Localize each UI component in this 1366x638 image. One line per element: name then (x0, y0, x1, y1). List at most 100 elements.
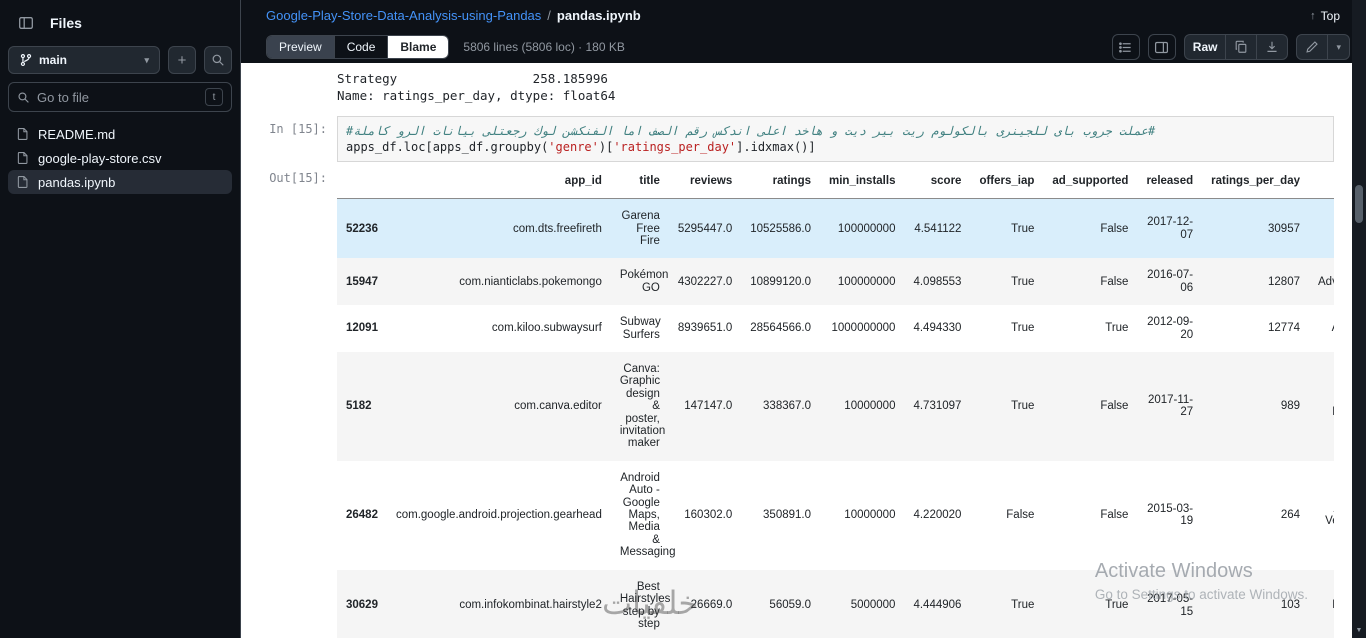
table-row: 12091 com.kiloo.subwaysurf Subway Surfer… (337, 305, 1334, 352)
row-index: 26482 (346, 509, 378, 522)
cell-ad-supported: True (1105, 322, 1129, 335)
cell-title: Best Hairstyles step by step (619, 580, 671, 630)
code-string: 'genre' (548, 139, 599, 154)
breadcrumb-repo-link[interactable]: Google-Play-Store-Data-Analysis-using-Pa… (266, 8, 541, 23)
cell-ratings-per-day: 30957 (1268, 222, 1300, 235)
view-tabs: Preview Code Blame (266, 35, 450, 59)
column-header: score (904, 163, 971, 200)
back-to-top-link[interactable]: ↑ Top (1310, 9, 1340, 23)
file-toolbar: Preview Code Blame 5806 lines (5806 loc)… (241, 31, 1366, 63)
download-raw-button[interactable] (1256, 35, 1287, 59)
notebook-preview: Strategy 258.185996 Name: ratings_per_da… (241, 63, 1366, 638)
cell-offers-iap: True (1011, 322, 1035, 335)
file-name: pandas.ipynb (38, 174, 116, 190)
cell-score: 4.220020 (913, 509, 962, 522)
file-tree-sidebar: Files main ▾ + Go to file t README.md go… (0, 0, 241, 638)
cell-score: 4.098553 (913, 275, 962, 288)
search-icon (211, 53, 225, 67)
cell-reviews: 8939651.0 (677, 322, 733, 335)
breadcrumb-separator: / (547, 8, 551, 23)
table-row: 52236 com.dts.freefireth Garena Free Fir… (337, 198, 1334, 259)
file-view-tab[interactable]: Blame (387, 36, 449, 58)
cell-released: 2015-03-19 (1147, 502, 1194, 528)
row-index: 52236 (346, 222, 378, 235)
git-branch-icon (19, 53, 33, 67)
file-icon (16, 175, 30, 189)
edit-button-group: ▾ (1296, 34, 1350, 60)
search-icon (17, 91, 30, 104)
copy-raw-button[interactable] (1225, 35, 1256, 59)
layout-columns-icon (1154, 40, 1169, 55)
toolbar-actions: Raw ▾ (1111, 34, 1350, 60)
edit-file-button[interactable] (1297, 35, 1327, 59)
dataframe-table: app_id title reviews ratings min_installs sco… (337, 163, 1334, 638)
go-to-file-input[interactable]: Go to file t (8, 82, 232, 112)
download-icon (1265, 40, 1279, 54)
cell-min-installs: 10000000 (844, 400, 896, 413)
cell-ratings-per-day: 12774 (1268, 322, 1300, 335)
cell-ad-supported: False (1100, 222, 1129, 235)
file-meta-info: 5806 lines (5806 loc) · 180 KB (463, 40, 625, 54)
column-header: min_installs (820, 163, 905, 200)
row-index: 12091 (346, 322, 378, 335)
pencil-icon (1305, 40, 1319, 54)
sidebar-controls: main ▾ + (8, 46, 232, 74)
cell-ad-supported: True (1105, 599, 1129, 612)
cell-app-id: com.nianticlabs.pokemongo (459, 275, 602, 288)
in-prompt: In [15]: (269, 121, 327, 136)
raw-button-group: Raw (1183, 34, 1289, 60)
file-tree-item[interactable]: README.md (8, 122, 232, 146)
cell-genre: Art & Design (1309, 352, 1334, 461)
page-scrollbar[interactable]: ▼ (1352, 0, 1366, 638)
column-header: app_id (386, 163, 611, 200)
code-comment: #عملت جروب باى للجينرى بالكولوم ريت بير … (346, 123, 1156, 138)
cell-genre: Arcade (1309, 305, 1334, 352)
scrollbar-down-button[interactable]: ▼ (1352, 624, 1366, 637)
column-header: offers_iap (970, 163, 1044, 200)
table-row: 26482 com.google.android.projection.gear… (337, 461, 1334, 570)
cell-ad-supported: False (1100, 275, 1129, 288)
table-header-row: app_id title reviews ratings min_installs sco… (337, 163, 1334, 200)
file-view-tab[interactable]: Preview (267, 36, 334, 58)
chevron-down-icon: ▾ (1336, 41, 1341, 52)
branch-selector[interactable]: main ▾ (8, 46, 160, 74)
side-panel-icon (18, 15, 34, 31)
cell-ratings: 338367.0 (763, 400, 811, 413)
scrollbar-thumb[interactable] (1355, 185, 1363, 223)
add-file-button[interactable]: + (168, 46, 196, 74)
cell-ad-supported: False (1100, 509, 1129, 522)
collapse-file-tree-button[interactable] (12, 9, 40, 37)
file-tree-item[interactable]: google-play-store.csv (8, 146, 232, 170)
file-tree-item[interactable]: pandas.ipynb (8, 170, 232, 194)
cell-title: Canva: Graphic design & poster, invitati… (619, 363, 666, 450)
cell-offers-iap: True (1011, 400, 1035, 413)
file-view-tab[interactable]: Code (333, 36, 388, 58)
cell-score: 4.494330 (913, 322, 962, 335)
file-icon (16, 151, 30, 165)
cell-offers-iap: True (1011, 275, 1035, 288)
cell-ratings: 10899120.0 (750, 275, 811, 288)
cell-ad-supported: False (1100, 400, 1129, 413)
cell-genre: Action (1309, 199, 1334, 259)
cell-min-installs: 1000000000 (831, 322, 896, 335)
cell-ratings-per-day: 103 (1280, 599, 1300, 612)
back-to-top-label: Top (1320, 8, 1340, 23)
cell-app-id: com.infokombinat.hairstyle2 (459, 599, 602, 612)
cell-ratings: 56059.0 (769, 599, 811, 612)
code-text: )[ (598, 139, 614, 154)
raw-button[interactable]: Raw (1185, 35, 1226, 59)
cell-app-id: com.dts.freefireth (513, 222, 602, 235)
cell-reviews: 147147.0 (684, 400, 733, 413)
column-header: released (1137, 163, 1203, 200)
code-cell-row: In [15]: #عملت جروب باى للجينرى بالكولوم… (241, 113, 1334, 162)
cell-reviews: 160302.0 (684, 509, 733, 522)
sidebar-header: Files (8, 8, 232, 38)
symbols-panel-button[interactable] (1111, 34, 1140, 60)
search-repo-button[interactable] (204, 46, 232, 74)
cell-reviews: 26669.0 (690, 599, 733, 612)
cell-score: 4.541122 (914, 222, 962, 235)
cell-score: 4.731097 (913, 400, 962, 413)
edit-options-button[interactable]: ▾ (1327, 35, 1349, 59)
column-header: ratings (741, 163, 820, 200)
layout-panel-button[interactable] (1147, 34, 1176, 60)
